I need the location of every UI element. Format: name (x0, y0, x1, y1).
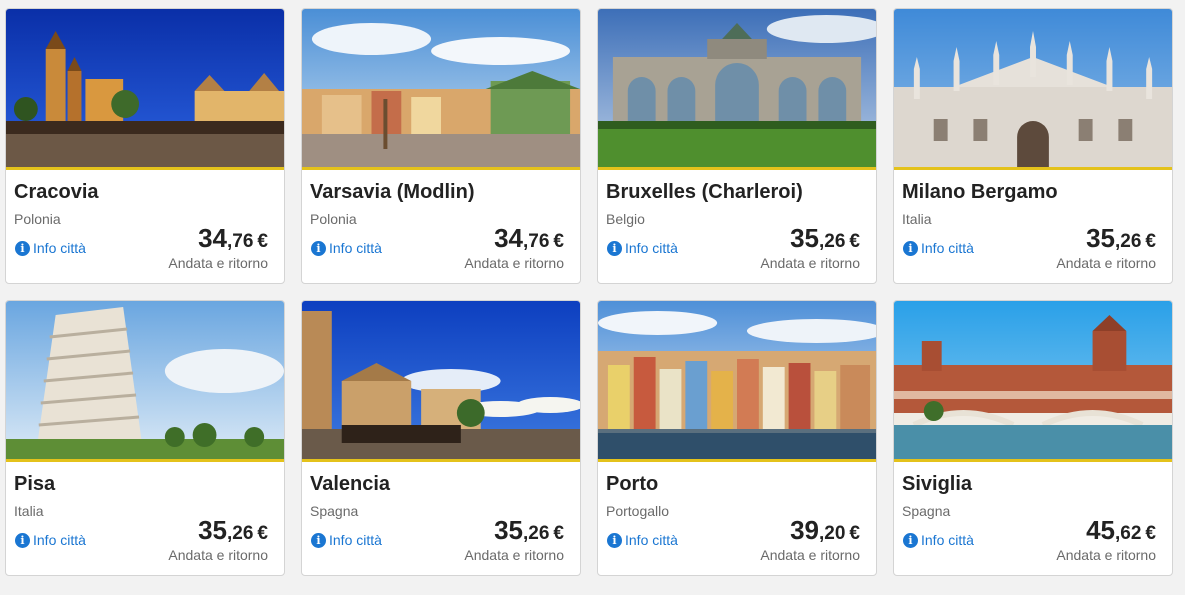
currency-symbol: € (257, 231, 268, 252)
info-icon: i (311, 240, 326, 256)
destination-card-pisa[interactable]: Pisa Italia i Info città 35,26 € Andata e … (5, 300, 285, 576)
info-city-link[interactable]: i Info città (311, 532, 382, 548)
currency-symbol: € (849, 523, 860, 544)
info-icon: i (903, 532, 918, 548)
trip-type: Andata e ritorno (168, 547, 268, 563)
info-city-label: Info città (33, 240, 86, 256)
info-city-label: Info città (329, 532, 382, 548)
info-city-label: Info città (625, 240, 678, 256)
info-icon: i (607, 532, 622, 548)
city-name: Milano Bergamo (902, 181, 1058, 203)
info-icon: i (15, 240, 30, 256)
price-decimals: ,26 (1115, 231, 1142, 252)
price-decimals: ,26 (227, 523, 254, 544)
price: 34,76 € (494, 223, 564, 254)
price: 45,62 € (1086, 515, 1156, 546)
info-icon: i (607, 240, 622, 256)
country-name: Spagna (310, 503, 359, 519)
price-integer: 35 (198, 515, 227, 545)
city-photo-milan (894, 9, 1172, 170)
price: 35,26 € (494, 515, 564, 546)
destination-card-bruxelles[interactable]: Bruxelles (Charleroi) Belgio i Info città… (597, 8, 877, 284)
destination-card-cracovia[interactable]: Cracovia Polonia i Info città 34,76 € Anda… (5, 8, 285, 284)
info-icon: i (903, 240, 918, 256)
price-decimals: ,26 (523, 523, 550, 544)
destination-card-milano-bergamo[interactable]: Milano Bergamo Italia i Info città 35,26 €… (893, 8, 1173, 284)
info-city-link[interactable]: i Info città (607, 532, 678, 548)
info-city-link[interactable]: i Info città (607, 240, 678, 256)
country-name: Italia (902, 211, 932, 227)
info-icon: i (311, 532, 326, 548)
city-photo-krakow (6, 9, 284, 170)
price-integer: 35 (494, 515, 523, 545)
city-name: Pisa (14, 473, 56, 495)
currency-symbol: € (553, 231, 564, 252)
info-city-link[interactable]: i Info città (15, 240, 86, 256)
price: 35,26 € (1086, 223, 1156, 254)
destinations-grid: Cracovia Polonia i Info città 34,76 € Anda… (5, 8, 1173, 576)
price-decimals: ,20 (819, 523, 846, 544)
price-decimals: ,26 (819, 231, 846, 252)
info-city-label: Info città (921, 532, 974, 548)
city-photo-warsaw (302, 9, 580, 170)
info-city-link[interactable]: i Info città (15, 532, 86, 548)
country-name: Spagna (902, 503, 951, 519)
info-city-link[interactable]: i Info città (903, 240, 974, 256)
price-decimals: ,76 (227, 231, 254, 252)
destination-card-porto[interactable]: Porto Portogallo i Info città 39,20 € Anda… (597, 300, 877, 576)
price-integer: 35 (1086, 223, 1115, 253)
price: 39,20 € (790, 515, 860, 546)
trip-type: Andata e ritorno (760, 255, 860, 271)
info-city-link[interactable]: i Info città (311, 240, 382, 256)
trip-type: Andata e ritorno (760, 547, 860, 563)
city-photo-pisa (6, 301, 284, 462)
destination-card-siviglia[interactable]: Siviglia Spagna i Info città 45,62 € Andat… (893, 300, 1173, 576)
price-integer: 39 (790, 515, 819, 545)
destination-card-varsavia[interactable]: Varsavia (Modlin) Polonia i Info città 34… (301, 8, 581, 284)
city-name: Varsavia (Modlin) (310, 181, 475, 203)
trip-type: Andata e ritorno (1056, 547, 1156, 563)
price-integer: 35 (790, 223, 819, 253)
trip-type: Andata e ritorno (464, 255, 564, 271)
info-icon: i (15, 532, 30, 548)
city-photo-seville (894, 301, 1172, 462)
info-city-link[interactable]: i Info città (903, 532, 974, 548)
currency-symbol: € (1145, 523, 1156, 544)
country-name: Italia (14, 503, 44, 519)
country-name: Portogallo (606, 503, 670, 519)
city-name: Cracovia (14, 181, 99, 203)
destination-card-valencia[interactable]: Valencia Spagna i Info città 35,26 € Andat… (301, 300, 581, 576)
info-city-label: Info città (625, 532, 678, 548)
city-photo-porto (598, 301, 876, 462)
price-decimals: ,62 (1115, 523, 1142, 544)
city-name: Bruxelles (Charleroi) (606, 181, 803, 203)
price-integer: 34 (494, 223, 523, 253)
currency-symbol: € (1145, 231, 1156, 252)
price: 34,76 € (198, 223, 268, 254)
trip-type: Andata e ritorno (464, 547, 564, 563)
price-integer: 45 (1086, 515, 1115, 545)
info-city-label: Info città (921, 240, 974, 256)
country-name: Polonia (310, 211, 357, 227)
info-city-label: Info città (33, 532, 86, 548)
city-photo-brussels (598, 9, 876, 170)
city-photo-valencia (302, 301, 580, 462)
price: 35,26 € (790, 223, 860, 254)
currency-symbol: € (257, 523, 268, 544)
info-city-label: Info città (329, 240, 382, 256)
price: 35,26 € (198, 515, 268, 546)
country-name: Belgio (606, 211, 645, 227)
trip-type: Andata e ritorno (1056, 255, 1156, 271)
city-name: Valencia (310, 473, 391, 495)
city-name: Siviglia (902, 473, 973, 495)
trip-type: Andata e ritorno (168, 255, 268, 271)
currency-symbol: € (553, 523, 564, 544)
price-decimals: ,76 (523, 231, 550, 252)
currency-symbol: € (849, 231, 860, 252)
country-name: Polonia (14, 211, 61, 227)
city-name: Porto (606, 473, 659, 495)
price-integer: 34 (198, 223, 227, 253)
